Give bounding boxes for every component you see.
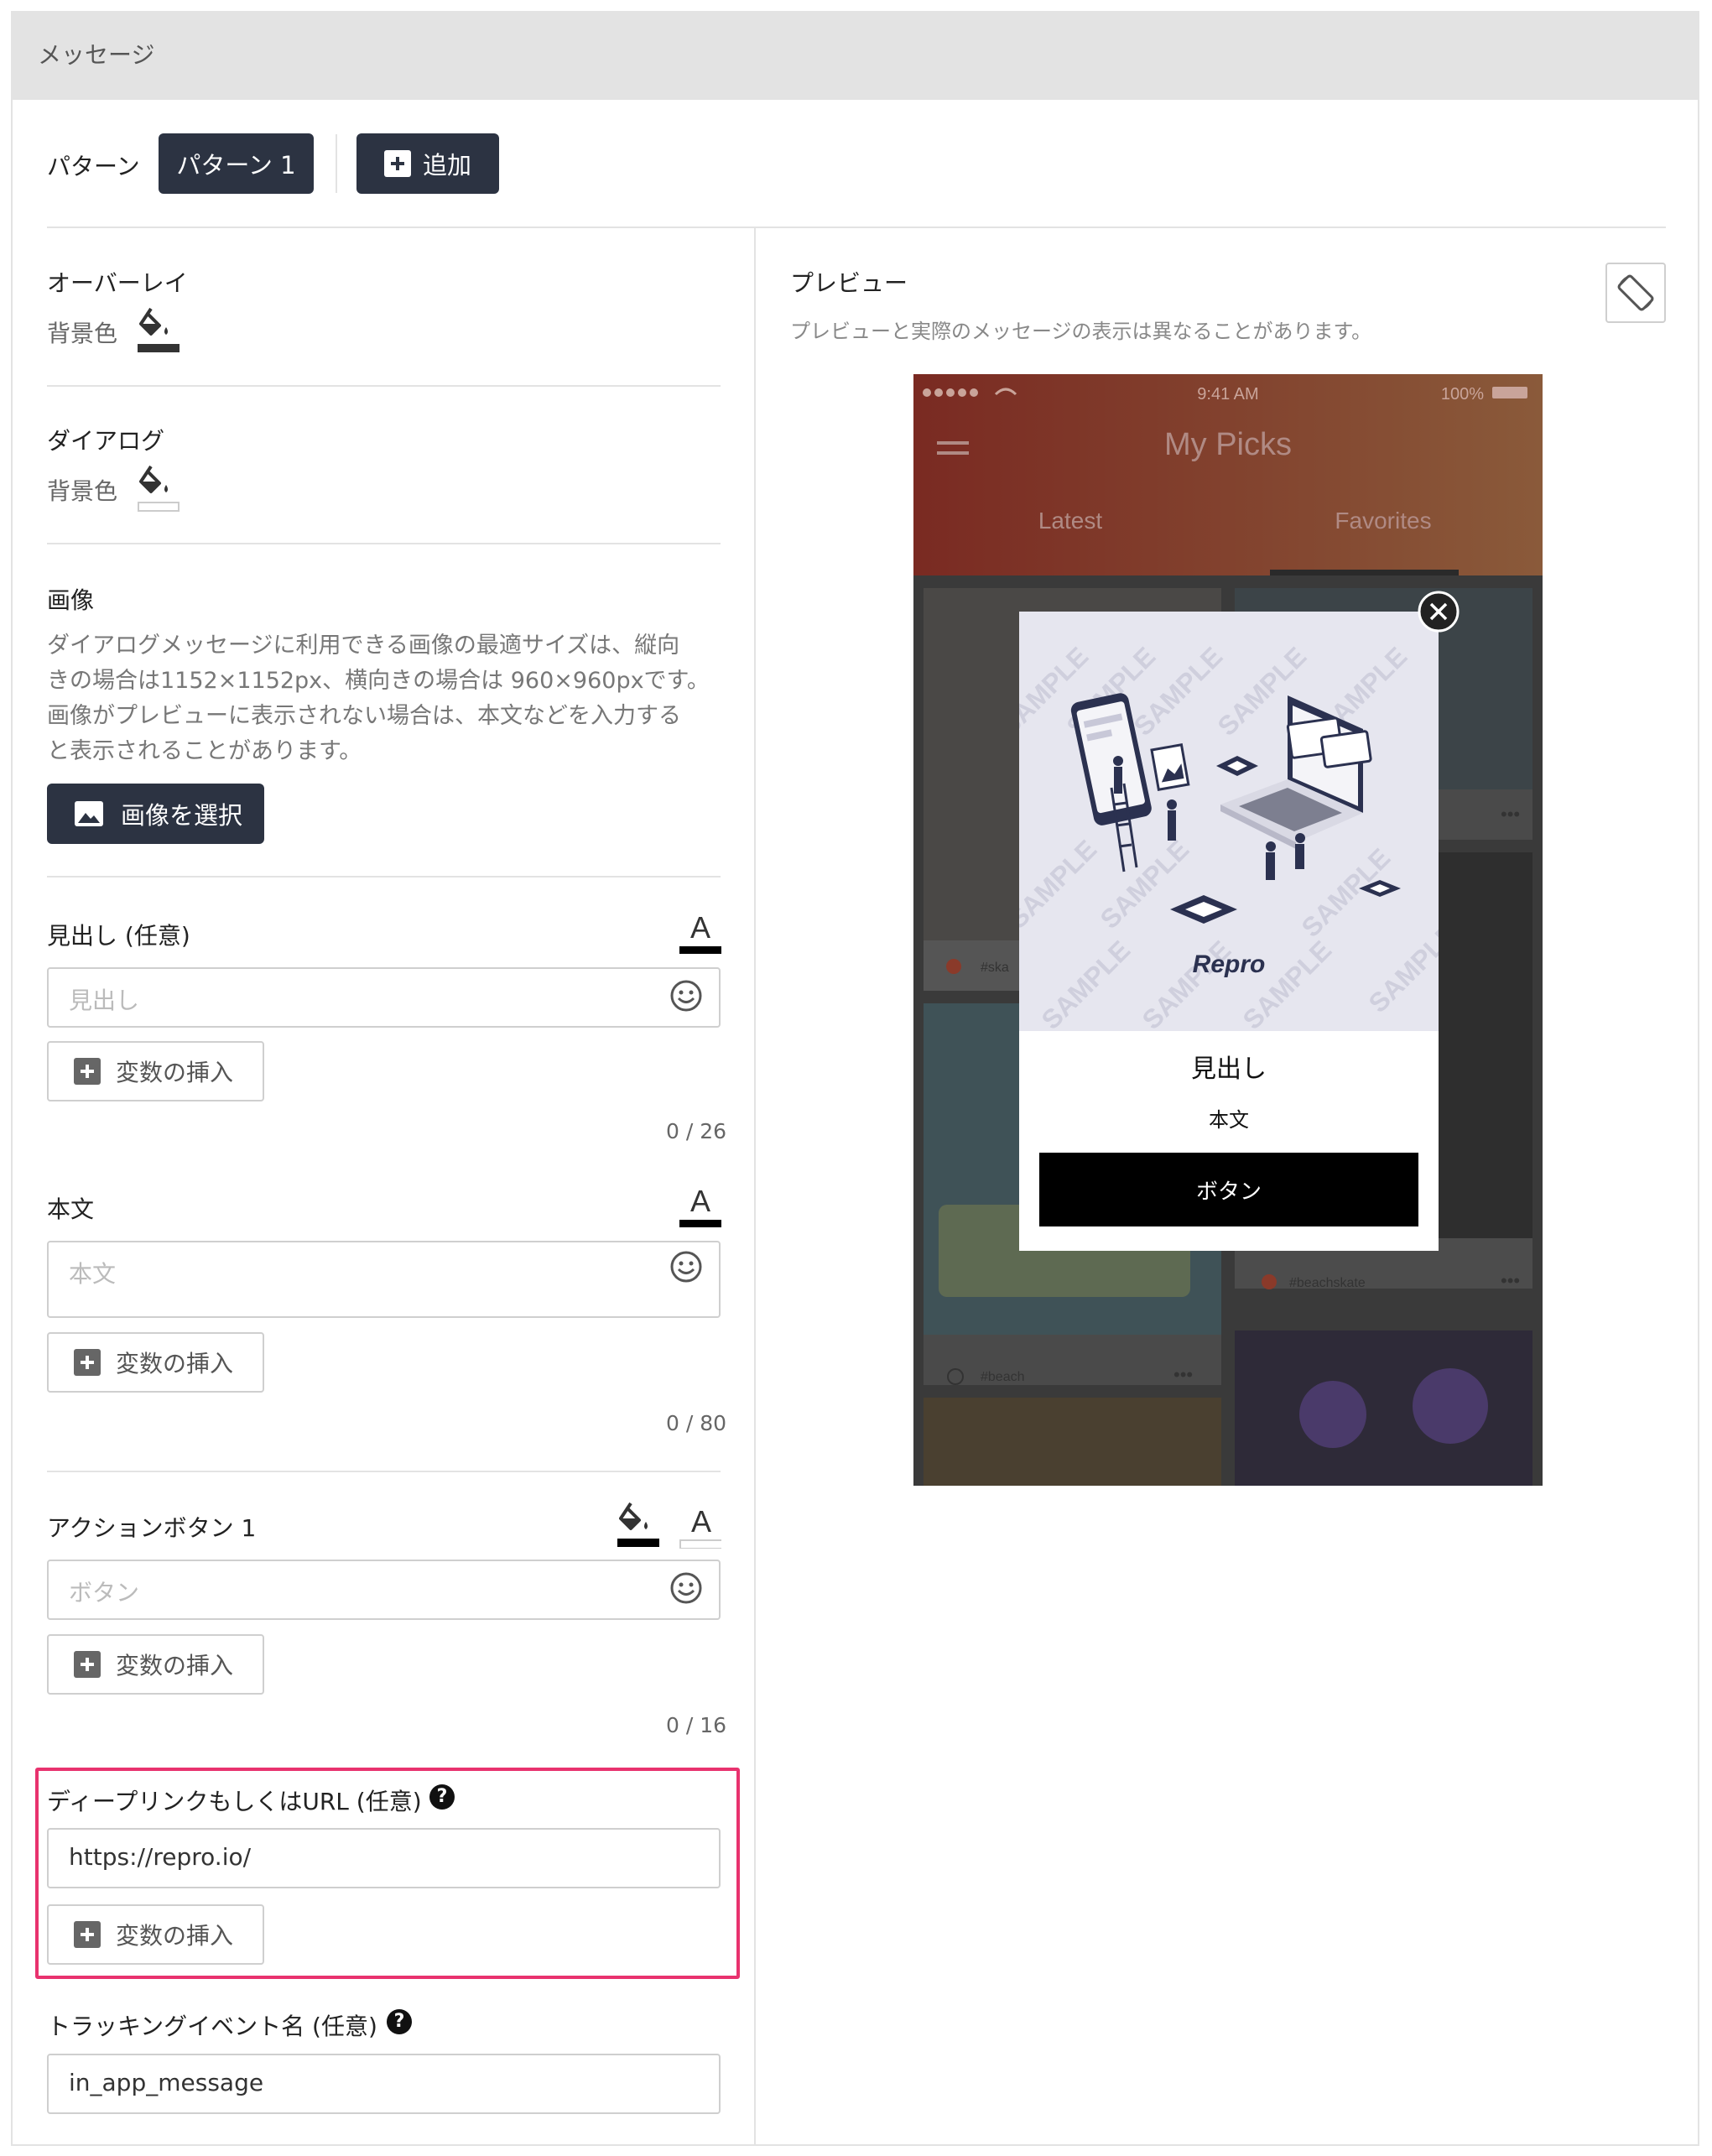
rotate-preview-button[interactable] [1605,263,1666,323]
status-battery: 100% [1441,385,1484,404]
rotate-icon [1617,274,1654,311]
heading-title: 見出し (任意) [47,922,190,950]
insert-variable-button[interactable]: 変数の挿入 [47,1634,264,1695]
plus-icon [383,150,411,177]
preview-dialog: SAMPLE SAMPLE SAMPLE SAMPLE SAMPLE SAMPL… [993,612,1463,1251]
body-counter: 0 / 80 [666,1411,727,1435]
heading-input[interactable]: 見出し [47,967,721,1028]
emoji-icon[interactable] [669,979,703,1013]
svg-text:•••: ••• [1173,1364,1193,1385]
insert-variable-label: 変数の挿入 [116,1922,234,1950]
pattern-label: パターン [47,153,140,180]
dialog-image: SAMPLE SAMPLE SAMPLE SAMPLE SAMPLE SAMPL… [993,612,1463,1035]
divider [47,385,721,387]
action-button-input[interactable]: ボタン [47,1560,721,1620]
add-pattern-label: 追加 [422,151,471,180]
body-title: 本文 [47,1195,95,1223]
help-icon[interactable]: ? [429,1784,455,1810]
image-description-line: 画像がプレビューに表示されない場合は、本文などを入力する [47,703,681,729]
svg-text:A: A [690,913,710,945]
insert-variable-label: 変数の挿入 [116,1350,234,1377]
text-color-icon[interactable]: A [679,913,721,955]
action-button-counter: 0 / 16 [666,1713,727,1737]
dialog-title: ダイアログ [47,427,165,455]
image-title: 画像 [47,586,95,614]
close-icon[interactable] [1417,590,1460,633]
deeplink-title: ディープリンクもしくはURL (任意) [47,1788,422,1815]
emoji-icon[interactable] [669,1250,703,1284]
dialog-heading: 見出し [1191,1055,1267,1084]
plus-icon [74,1058,101,1085]
status-time: 9:41 AM [1197,385,1258,404]
add-pattern-button[interactable]: 追加 [356,133,499,194]
svg-text:#ska: #ska [981,961,1009,975]
divider [47,1471,721,1472]
phone-preview: 9:41 AM 100% My Picks Latest Favorites #… [913,374,1543,1486]
body-input[interactable]: 本文 [47,1241,721,1318]
svg-text:#beachskate: #beachskate [1289,1276,1366,1290]
overlay-title: オーバーレイ [47,269,188,297]
paint-bucket-icon[interactable] [136,307,181,356]
heading-counter: 0 / 26 [666,1119,727,1143]
preview-note: プレビューと実際のメッセージの表示は異なることがあります。 [790,320,1372,343]
preview-title: プレビュー [790,269,908,297]
insert-variable-button[interactable]: 変数の挿入 [47,1041,264,1101]
insert-variable-label: 変数の挿入 [116,1059,234,1086]
pattern-1-tab[interactable]: パターン 1 [159,133,314,194]
insert-variable-button[interactable]: 変数の挿入 [47,1904,264,1965]
plus-icon [74,1349,101,1376]
panel-header [11,11,1699,100]
column-divider [754,228,756,2146]
tab-latest: Latest [1038,508,1102,534]
image-icon [75,801,103,826]
select-image-button[interactable]: 画像を選択 [47,784,264,844]
dialog-body: 本文 [1209,1108,1249,1132]
text-color-icon[interactable]: A [679,1507,721,1549]
image-description-line: きの場合は1152×1152px、横向きの場合は 960×960pxです。 [47,668,710,694]
action-button-title: アクションボタン 1 [47,1514,257,1542]
app-title: My Picks [1164,427,1292,462]
divider [336,134,337,193]
overlay-bg-label: 背景色 [47,320,118,347]
tracking-title: トラッキングイベント名 (任意) [47,2013,377,2040]
svg-text:•••: ••• [1501,1270,1520,1291]
tab-favorites: Favorites [1335,508,1431,534]
svg-text:•••: ••• [1501,804,1520,825]
dialog-bg-label: 背景色 [47,477,118,505]
plus-icon [74,1921,101,1948]
repro-logo: Repro [1193,950,1266,978]
svg-text:A: A [691,1507,711,1539]
divider [47,227,1666,228]
image-description-line: ダイアログメッセージに利用できる画像の最適サイズは、縦向 [47,633,680,659]
svg-text:A: A [690,1186,710,1218]
plus-icon [74,1651,101,1678]
panel-title: メッセージ [38,41,155,69]
insert-variable-label: 変数の挿入 [116,1652,234,1679]
divider [47,876,721,878]
dialog-action-button[interactable]: ボタン [1039,1153,1418,1226]
deeplink-input[interactable]: https://repro.io/ [47,1828,721,1888]
help-icon[interactable]: ? [387,2009,412,2034]
paint-bucket-icon[interactable] [136,465,181,515]
pattern-1-label: パターン 1 [176,151,296,180]
text-color-icon[interactable]: A [679,1186,721,1228]
paint-bucket-icon[interactable] [616,1502,661,1550]
divider [47,543,721,544]
select-image-label: 画像を選択 [121,801,243,830]
insert-variable-button[interactable]: 変数の挿入 [47,1332,264,1393]
image-description-line: と表示されることがあります。 [47,738,362,764]
emoji-icon[interactable] [669,1571,703,1605]
tracking-input[interactable]: in_app_message [47,2054,721,2114]
svg-text:#beach: #beach [981,1370,1025,1384]
